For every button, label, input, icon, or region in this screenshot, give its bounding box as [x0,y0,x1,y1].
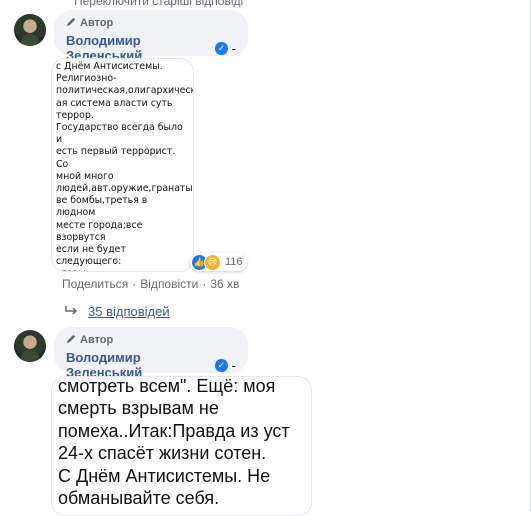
verified-icon: ✓ [215,358,228,372]
reply-button[interactable]: Відповісти [140,277,198,291]
replies-count-label[interactable]: 35 відповідей [88,304,170,319]
avatar[interactable] [14,14,46,46]
image-text: с Днём Антисистемы. Религиозно- политиче… [56,61,194,271]
author-badge: Автор [66,16,236,30]
author-badge-label: Автор [80,17,114,29]
author-badge-label: Автор [80,334,114,346]
separator-dot: · [132,277,137,291]
separator: - [231,357,236,373]
reply-arrow-icon [64,304,78,319]
verified-icon: ✓ [215,41,228,55]
pencil-icon [66,333,80,347]
comment-image[interactable]: смотреть всем". Ещё: моя смерть взрывам … [51,376,312,516]
avatar[interactable] [14,330,46,362]
share-button[interactable]: Поделиться [62,277,128,291]
separator: - [231,40,236,56]
view-replies-link[interactable]: 35 відповідей [64,304,170,319]
comment-actions: Поделиться · Відповісти · 36 хв [62,277,239,291]
separator-dot: · [202,277,207,291]
older-replies-link[interactable]: Переключити старіші відповіді [74,0,243,8]
reactions-summary[interactable]: 👍 😢 116 [190,253,247,271]
comment-image[interactable]: с Днём Антисистемы. Религиозно- политиче… [51,58,194,272]
reaction-count: 116 [225,256,243,268]
image-text: смотреть всем". Ещё: моя смерть взрывам … [58,376,290,509]
timestamp[interactable]: 36 хв [210,277,239,291]
author-badge: Автор [66,333,236,347]
comment-header: Автор Володимир Зеленський ✓ - [54,327,248,380]
pencil-icon [66,16,80,30]
comment-header: Автор Володимир Зеленський ✓ - [54,10,248,63]
sad-icon: 😢 [204,253,221,271]
